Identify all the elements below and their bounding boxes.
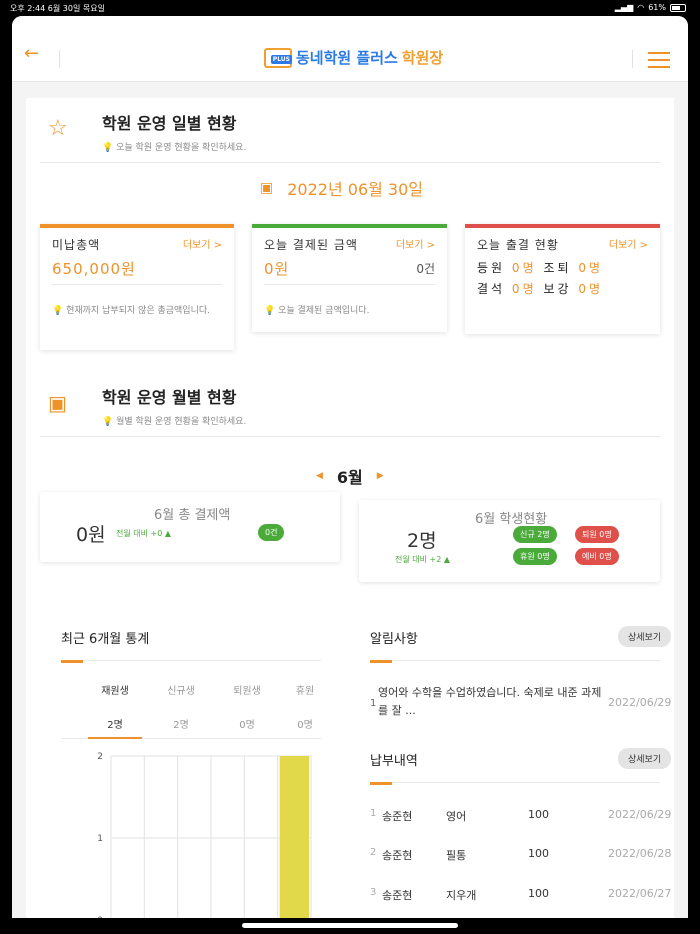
daily-title: 학원 운영 일별 현황 [102, 114, 237, 133]
paid-today-card: 오늘 결제된 금액 더보기 > 0원 0건 💡 오늘 결제된 금액입니다. [252, 224, 447, 332]
paid-count: 0건 [416, 262, 435, 276]
daily-subtitle: 💡 오늘 학원 운영 현황을 확인하세요. [102, 143, 247, 153]
back-arrow-icon[interactable]: ← [24, 45, 39, 63]
attendance-card: 오늘 출결 현황 더보기 > 등원 0명 조퇴 0명 결석 0명 보강 0명 [465, 224, 660, 334]
payments-title: 납부내역 [370, 754, 418, 769]
withdrawn-badge: 퇴원 0명 [575, 526, 619, 543]
monthly-subtitle: 💡 월별 학원 운영 현황을 확인하세요. [102, 417, 247, 427]
y-tick-label: 0 [97, 916, 103, 918]
unpaid-amount: 650,000원 [52, 260, 136, 278]
app-logo: PLUS 동네학원 플러스 학원장 [264, 47, 443, 68]
bulb-icon: 💡 [102, 417, 117, 427]
battery-percent: 61% [648, 3, 666, 12]
paid-more-link[interactable]: 더보기 > [396, 236, 435, 251]
monthly-students-value: 2명 [407, 530, 437, 552]
monthly-title: 학원 운영 월별 현황 [102, 388, 237, 407]
tab-on-leave[interactable]: 휴원 [288, 682, 322, 697]
dashboard-panel: ☆ 학원 운영 일별 현황 💡 오늘 학원 운영 현황을 확인하세요. ▣ 20… [26, 98, 674, 918]
bulb-icon: 💡 [264, 306, 279, 316]
calendar-icon: ▣ [260, 180, 274, 196]
tab-withdrawn-students[interactable]: 퇴원생 [222, 682, 272, 697]
stats-title: 최근 6개월 통계 [61, 632, 150, 647]
payment-row[interactable]: 2 송준현 필통 100 2022/06/28 [26, 847, 674, 867]
status-bar: 오후 2:44 6월 30일 목요일 ▂▄▆ ◠ 61% [0, 0, 700, 16]
bulb-icon: 💡 [102, 143, 117, 153]
notice-title: 알림사항 [370, 632, 418, 647]
monthly-payment-box: 6월 총 결제액 0원 전월 대비 +0 ▲ 0건 [40, 492, 340, 562]
tab-current-students[interactable]: 재원생 [90, 682, 140, 697]
signal-icon: ▂▄▆ [614, 3, 634, 12]
calendar-icon: ▣ [48, 391, 67, 415]
y-tick-label: 2 [97, 752, 103, 762]
home-indicator[interactable] [242, 923, 458, 928]
next-month-icon[interactable]: ▶ [377, 471, 384, 481]
attendance-more-link[interactable]: 더보기 > [609, 236, 648, 251]
top-bar: ← PLUS 동네학원 플러스 학원장 [12, 16, 688, 82]
bulb-icon: 💡 [52, 306, 67, 316]
payments-detail-button[interactable]: 상세보기 [618, 748, 672, 769]
prospective-badge: 예비 0명 [575, 548, 619, 565]
payment-row[interactable]: 3 송준현 지우개 100 2022/06/27 [26, 887, 674, 907]
attendance-stats: 등원 0명 조퇴 0명 결석 0명 보강 0명 [477, 261, 604, 296]
notice-item[interactable]: 영어와 수학을 수업하였습니다. 숙제로 내준 과제를 잘 ... [378, 684, 610, 720]
menu-icon[interactable] [648, 52, 670, 68]
daily-date: ▣ 2022년 06월 30일 [260, 180, 424, 199]
month-label: 6월 [336, 468, 363, 487]
status-time: 오후 2:44 6월 30일 목요일 [10, 4, 105, 13]
y-tick-label: 1 [97, 834, 103, 844]
logo-icon: PLUS [264, 47, 292, 68]
monthly-payment-value: 0원 [76, 524, 106, 546]
battery-icon [670, 3, 686, 12]
tab-new-students[interactable]: 신규생 [156, 682, 206, 697]
notice-detail-button[interactable]: 상세보기 [618, 626, 672, 647]
unpaid-more-link[interactable]: 더보기 > [183, 236, 222, 251]
paid-amount: 0원 [264, 260, 290, 278]
on-leave-badge: 휴원 0명 [513, 548, 557, 565]
star-icon: ☆ [48, 116, 68, 141]
month-selector: ◀ 6월 ▶ [316, 464, 384, 488]
payment-count-badge: 0건 [258, 524, 285, 541]
payment-row[interactable]: 1 송준현 영어 100 2022/06/29 [26, 808, 674, 828]
app-screen: ← PLUS 동네학원 플러스 학원장 ☆ 학원 운영 일별 현황 💡 오늘 학… [12, 16, 688, 918]
prev-month-icon[interactable]: ◀ [316, 471, 323, 481]
new-students-badge: 신규 2명 [513, 526, 557, 543]
monthly-students-box: 6월 학생현황 2명 전월 대비 +2 ▲ 신규 2명 퇴원 0명 휴원 0명 … [359, 500, 660, 582]
unpaid-card: 미납총액 더보기 > 650,000원 💡 현재까지 납부되지 않은 총금액입니… [40, 224, 234, 350]
wifi-icon: ◠ [637, 3, 645, 12]
